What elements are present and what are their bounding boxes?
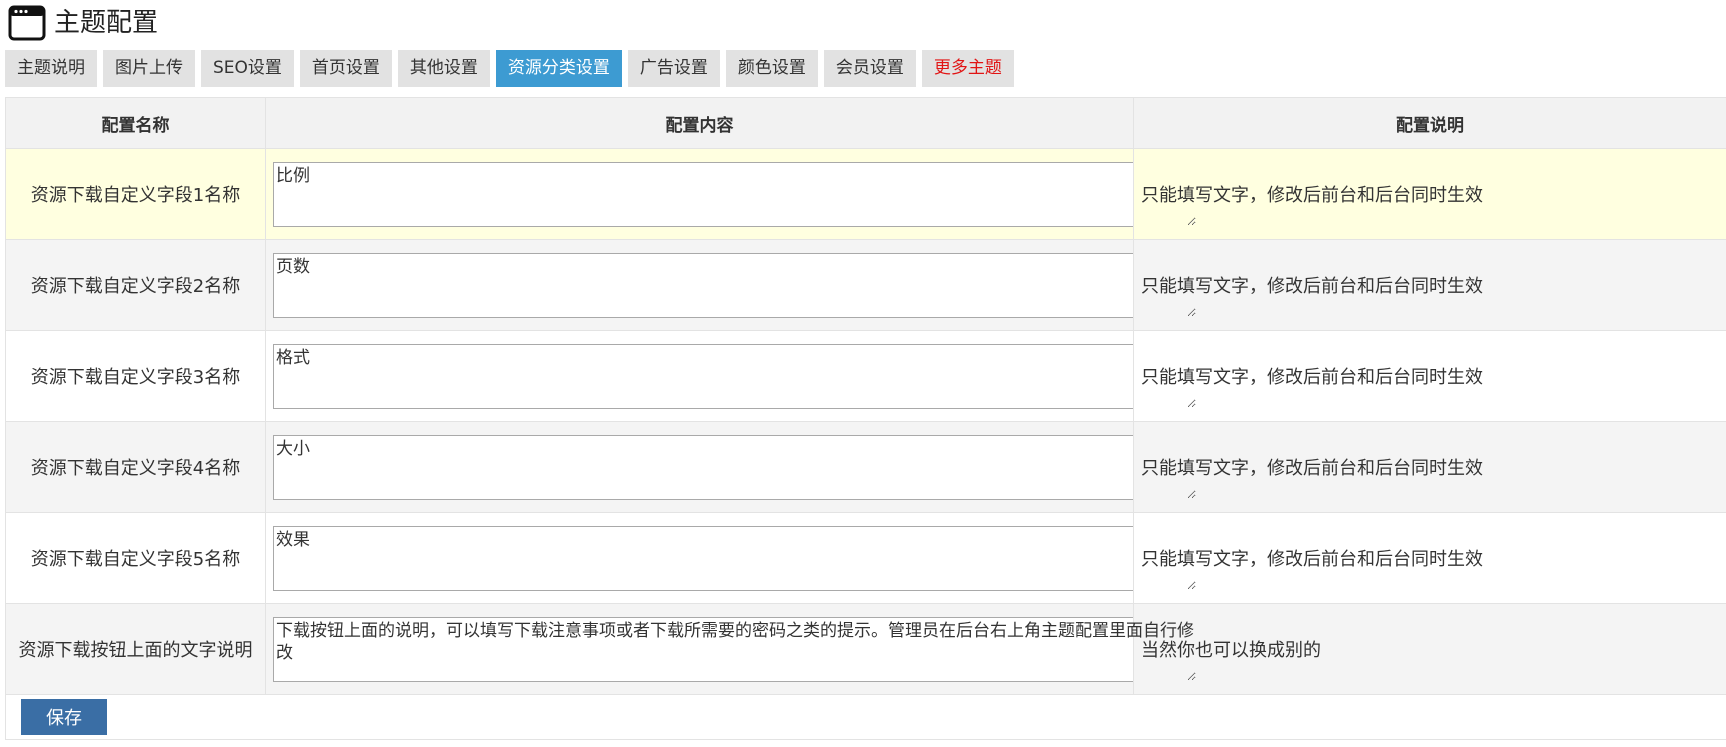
save-cell: 保存 [5,694,1726,740]
save-row: 保存 [5,694,1726,740]
tab-resource-category-settings[interactable]: 资源分类设置 [495,50,622,87]
config-description: 当然你也可以换成别的 [1133,603,1726,695]
config-content-cell: 比例 [265,148,1197,240]
download-note-input[interactable]: 下载按钮上面的说明，可以填写下载注意事项或者下载所需要的密码之类的提示。管理员在… [273,616,1197,682]
custom-field-3-input[interactable]: 格式 [273,343,1197,409]
table-row: 资源下载自定义字段1名称 比例 只能填写文字，修改后前台和后台同时生效 [5,148,1726,240]
config-content-cell: 格式 [265,330,1197,422]
tab-member-settings[interactable]: 会员设置 [823,50,916,87]
config-description: 只能填写文字，修改后前台和后台同时生效 [1133,148,1726,240]
table-row: 资源下载自定义字段2名称 页数 只能填写文字，修改后前台和后台同时生效 [5,239,1726,331]
config-description: 只能填写文字，修改后前台和后台同时生效 [1133,239,1726,331]
config-name: 资源下载自定义字段4名称 [5,421,266,513]
window-icon [8,5,46,41]
custom-field-1-input[interactable]: 比例 [273,161,1197,227]
tab-more-themes[interactable]: 更多主题 [921,50,1014,87]
config-name: 资源下载自定义字段1名称 [5,148,266,240]
column-header-description: 配置说明 [1133,97,1726,149]
config-content-cell: 下载按钮上面的说明，可以填写下载注意事项或者下载所需要的密码之类的提示。管理员在… [265,603,1197,695]
tab-seo-settings[interactable]: SEO设置 [201,50,294,87]
config-name: 资源下载自定义字段5名称 [5,512,266,604]
config-description: 只能填写文字，修改后前台和后台同时生效 [1133,512,1726,604]
config-name: 资源下载自定义字段2名称 [5,239,266,331]
config-name: 资源下载按钮上面的文字说明 [5,603,266,695]
tab-ad-settings[interactable]: 广告设置 [627,50,720,87]
page-title: 主题配置 [54,8,159,38]
table-row: 资源下载按钮上面的文字说明 下载按钮上面的说明，可以填写下载注意事项或者下载所需… [5,603,1726,695]
config-table: 配置名称 配置内容 配置说明 资源下载自定义字段1名称 比例 只能填写文字，修改… [5,97,1726,740]
page-header: 主题配置 [8,4,158,42]
config-description: 只能填写文字，修改后前台和后台同时生效 [1133,330,1726,422]
tab-color-settings[interactable]: 颜色设置 [725,50,818,87]
settings-tabs: 主题说明 图片上传 SEO设置 首页设置 其他设置 资源分类设置 广告设置 颜色… [5,50,1014,87]
custom-field-4-input[interactable]: 大小 [273,434,1197,500]
tab-image-upload[interactable]: 图片上传 [103,50,195,87]
table-row: 资源下载自定义字段4名称 大小 只能填写文字，修改后前台和后台同时生效 [5,421,1726,513]
config-content-cell: 效果 [265,512,1197,604]
tab-home-settings[interactable]: 首页设置 [299,50,392,87]
custom-field-5-input[interactable]: 效果 [273,525,1197,591]
config-name: 资源下载自定义字段3名称 [5,330,266,422]
column-header-name: 配置名称 [5,97,266,149]
tab-theme-description[interactable]: 主题说明 [5,50,97,87]
table-row: 资源下载自定义字段5名称 效果 只能填写文字，修改后前台和后台同时生效 [5,512,1726,604]
theme-config-page: 主题配置 主题说明 图片上传 SEO设置 首页设置 其他设置 资源分类设置 广告… [0,0,1726,747]
config-description: 只能填写文字，修改后前台和后台同时生效 [1133,421,1726,513]
config-content-cell: 页数 [265,239,1197,331]
table-row: 资源下载自定义字段3名称 格式 只能填写文字，修改后前台和后台同时生效 [5,330,1726,422]
table-header-row: 配置名称 配置内容 配置说明 [5,97,1726,149]
column-header-content: 配置内容 [265,97,1134,149]
save-button[interactable]: 保存 [21,699,107,735]
config-content-cell: 大小 [265,421,1197,513]
custom-field-2-input[interactable]: 页数 [273,252,1197,318]
tab-other-settings[interactable]: 其他设置 [397,50,490,87]
